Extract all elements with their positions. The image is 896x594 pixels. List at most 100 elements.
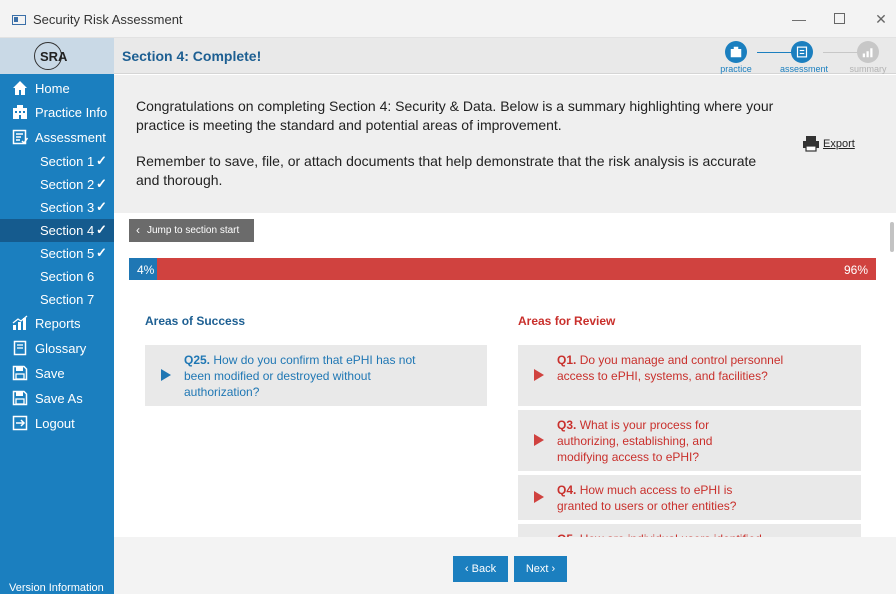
sidebar-item-label: Reports	[35, 316, 81, 331]
sidebar-item-section-5[interactable]: Section 5 ✓	[0, 242, 114, 265]
question-text: Q25. How do you confirm that ePHI has no…	[184, 352, 424, 400]
sidebar-item-assessment[interactable]: Assessment	[0, 126, 114, 149]
back-button[interactable]: ‹ Back	[453, 556, 508, 582]
question-number: Q4.	[557, 483, 577, 497]
question-number: Q1.	[557, 353, 577, 367]
printer-icon	[803, 136, 819, 152]
sra-logo: SRA	[0, 38, 114, 74]
bar-chart-icon	[857, 41, 879, 63]
step-assessment[interactable]: assessment	[780, 41, 829, 74]
areas-of-success-heading: Areas of Success	[145, 314, 246, 328]
question-number: Q25.	[184, 353, 211, 367]
sidebar-item-label: Section 7	[40, 292, 95, 307]
review-question-card[interactable]: Q3. What is your process for authorizing…	[518, 410, 861, 471]
close-button[interactable]: ✕	[869, 8, 893, 30]
bar-chart-icon	[12, 315, 28, 330]
question-body: How do you confirm that ePHI has not bee…	[184, 353, 416, 399]
book-icon	[13, 340, 27, 356]
step-label: summary	[849, 64, 887, 74]
floppy-disk-icon	[12, 365, 28, 381]
sidebar-item-label: Save As	[35, 391, 83, 406]
play-arrow-icon	[161, 369, 171, 381]
sidebar-item-label: Section 5	[40, 246, 95, 261]
play-arrow-icon	[534, 369, 544, 381]
sidebar-item-label: Glossary	[35, 341, 87, 356]
question-number: Q3.	[557, 418, 577, 432]
congratulations-text: Congratulations on completing Section 4:…	[136, 98, 774, 133]
sidebar-item-reports[interactable]: Reports	[0, 312, 114, 335]
floppy-disk-icon	[12, 390, 28, 406]
play-arrow-icon	[534, 434, 544, 446]
review-question-card[interactable]: Q4. How much access to ePHI is granted t…	[518, 475, 861, 520]
question-text: Q4. How much access to ePHI is granted t…	[557, 482, 767, 514]
question-body: Do you manage and control personnel acce…	[557, 353, 784, 383]
version-information-link[interactable]: Version Information	[9, 582, 104, 594]
sidebar-item-label: Practice Info	[35, 105, 108, 120]
results-progress-bar: 4% 96%	[129, 258, 876, 280]
title-bar: Security Risk Assessment — ✕	[0, 0, 896, 38]
next-button[interactable]: Next ›	[514, 556, 567, 582]
step-label: assessment	[780, 64, 829, 74]
minimize-button[interactable]: —	[787, 8, 811, 30]
check-icon: ✓	[96, 199, 107, 214]
sidebar-item-label: Logout	[35, 416, 75, 431]
export-button[interactable]: Export	[802, 135, 855, 155]
sidebar-item-section-6[interactable]: Section 6	[0, 265, 114, 288]
question-body: How much access to ePHI is granted to us…	[557, 483, 737, 513]
question-text: Q3. What is your process for authorizing…	[557, 417, 757, 465]
sidebar-item-label: Assessment	[35, 130, 106, 145]
scrollbar-thumb[interactable]	[890, 222, 894, 252]
sidebar-item-logout[interactable]: Logout	[0, 412, 114, 435]
check-icon: ✓	[96, 222, 107, 237]
sidebar-item-section-3[interactable]: Section 3 ✓	[0, 196, 114, 219]
step-label: practice	[720, 64, 752, 74]
reminder-text: Remember to save, file, or attach docume…	[136, 153, 757, 188]
next-label: Next	[525, 563, 549, 575]
check-icon: ✓	[96, 245, 107, 260]
section-header: Section 4: Complete! practice assessment…	[114, 38, 896, 74]
sidebar-item-label: Section 3	[40, 200, 95, 215]
review-question-card[interactable]: Q1. Do you manage and control personnel …	[518, 345, 861, 406]
success-percent: 4%	[137, 263, 155, 277]
chevron-left-icon: ‹	[464, 563, 472, 575]
sidebar-item-save-as[interactable]: Save As	[0, 387, 114, 410]
sidebar-item-label: Section 4	[40, 223, 95, 238]
page-title: Section 4: Complete!	[122, 48, 262, 64]
sidebar-item-label: Section 6	[40, 269, 95, 284]
sidebar-item-home[interactable]: Home	[0, 77, 114, 100]
check-icon: ✓	[96, 153, 107, 168]
sidebar-item-section-1[interactable]: Section 1 ✓	[0, 150, 114, 173]
completion-summary-panel: Congratulations on completing Section 4:…	[114, 75, 896, 213]
building-icon	[725, 41, 747, 63]
sidebar-item-practice-info[interactable]: Practice Info	[0, 101, 114, 124]
sidebar-item-section-2[interactable]: Section 2 ✓	[0, 173, 114, 196]
home-icon	[13, 81, 27, 95]
play-arrow-icon	[534, 491, 544, 503]
sidebar-item-label: Home	[35, 81, 70, 96]
sidebar-item-section-4[interactable]: Section 4 ✓	[0, 219, 114, 242]
logout-icon	[12, 415, 28, 431]
question-body: What is your process for authorizing, es…	[557, 418, 713, 464]
check-icon: ✓	[96, 176, 107, 191]
checklist-icon	[12, 129, 28, 145]
building-icon	[13, 105, 27, 119]
window-title: Security Risk Assessment	[33, 12, 183, 27]
logo-text: SRA	[40, 49, 68, 64]
jump-label: Jump to section start	[147, 225, 240, 236]
jump-to-section-start-button[interactable]: ‹ Jump to section start	[129, 219, 254, 242]
sidebar-item-label: Save	[35, 366, 65, 381]
review-percent: 96%	[843, 263, 868, 277]
maximize-button[interactable]	[827, 8, 851, 30]
sidebar-item-label: Section 2	[40, 177, 95, 192]
step-summary: summary	[846, 41, 890, 74]
sidebar: SRA Home Practice Info Assessment Sectio…	[0, 38, 114, 594]
chevron-left-icon: ‹	[136, 223, 140, 237]
sidebar-item-glossary[interactable]: Glossary	[0, 337, 114, 360]
step-practice[interactable]: practice	[714, 41, 758, 74]
success-question-card[interactable]: Q25. How do you confirm that ePHI has no…	[145, 345, 487, 406]
app-icon	[12, 15, 26, 25]
chevron-right-icon: ›	[548, 563, 556, 575]
sidebar-item-section-7[interactable]: Section 7	[0, 288, 114, 311]
export-label: Export	[823, 138, 855, 150]
sidebar-item-save[interactable]: Save	[0, 362, 114, 385]
